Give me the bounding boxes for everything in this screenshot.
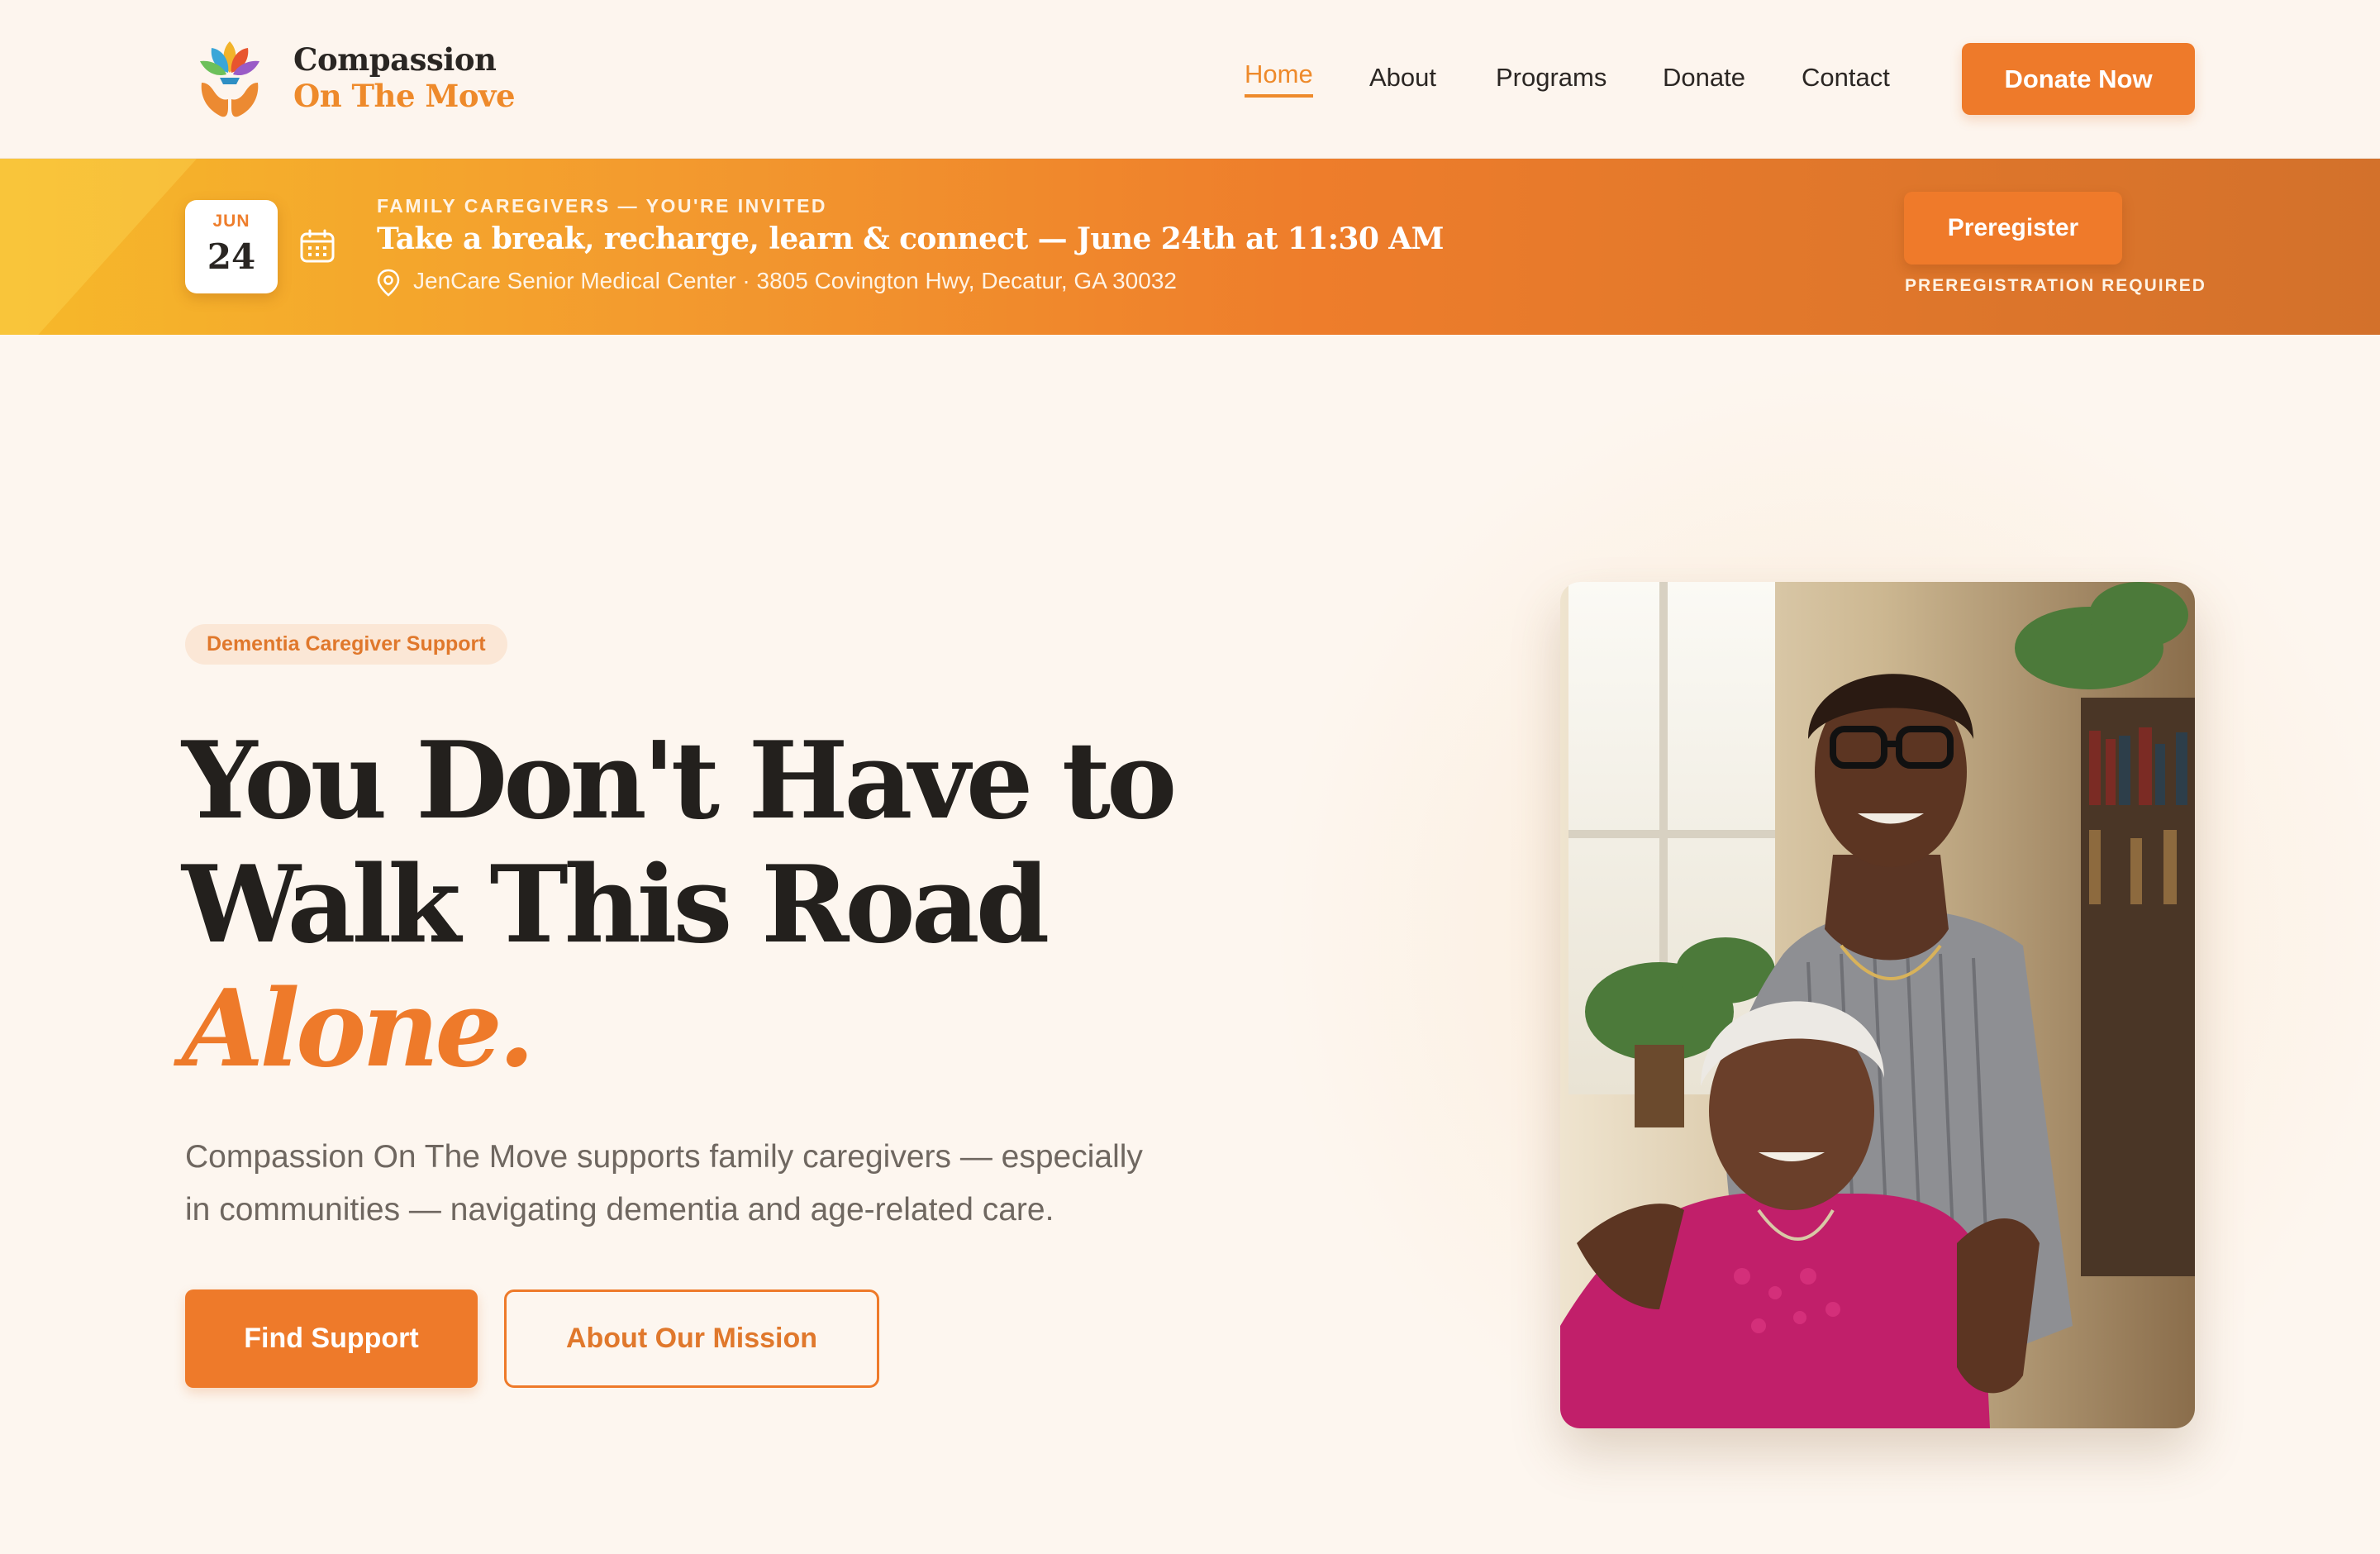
hero-tag: Dementia Caregiver Support: [185, 624, 507, 665]
about-mission-button[interactable]: About Our Mission: [504, 1289, 879, 1388]
caregivers-photo-illustration: [1560, 582, 2195, 1428]
event-date-card: JUN 24: [185, 200, 278, 293]
hero-description: Compassion On The Move supports family c…: [185, 1139, 1143, 1227]
event-month: JUN: [212, 212, 250, 231]
lotus-hands-logo-icon[interactable]: [195, 35, 264, 122]
nav-home[interactable]: Home: [1245, 60, 1313, 98]
nav-contact[interactable]: Contact: [1802, 63, 1890, 93]
site-header: Compassion On The Move Home About Progra…: [0, 0, 2380, 159]
location-pin-icon: [377, 269, 400, 297]
preregister-button[interactable]: Preregister: [1904, 192, 2122, 265]
brand-name[interactable]: Compassion: [293, 41, 497, 78]
hero-title-accent: Alone.: [182, 967, 535, 1091]
calendar-icon: [300, 229, 335, 263]
nav-programs[interactable]: Programs: [1496, 63, 1606, 93]
event-banner: JUN 24 FAMILY CAREGIVERS — YOU'RE INVITE…: [0, 159, 2380, 335]
nav-about[interactable]: About: [1369, 63, 1436, 93]
nav-donate[interactable]: Donate: [1663, 63, 1745, 93]
hero-title-line1: You Don't Have to: [182, 719, 1177, 843]
event-day: 24: [207, 236, 256, 277]
hero-title-line2: Walk This Road: [182, 843, 1050, 967]
hero-photo: [1560, 582, 2195, 1428]
hero-title: You Don't Have to Walk This Road Alone.: [182, 719, 1177, 1091]
find-support-button[interactable]: Find Support: [185, 1289, 478, 1388]
preregistration-note: PREREGISTRATION REQUIRED: [1905, 276, 2206, 295]
donate-now-button[interactable]: Donate Now: [1962, 43, 2195, 115]
event-location: JenCare Senior Medical Center · 3805 Cov…: [413, 268, 1177, 293]
event-eyebrow: FAMILY CAREGIVERS — YOU'RE INVITED: [377, 195, 828, 217]
brand-tagline[interactable]: On The Move: [293, 78, 516, 114]
event-title: Take a break, recharge, learn & connect …: [377, 222, 1444, 256]
